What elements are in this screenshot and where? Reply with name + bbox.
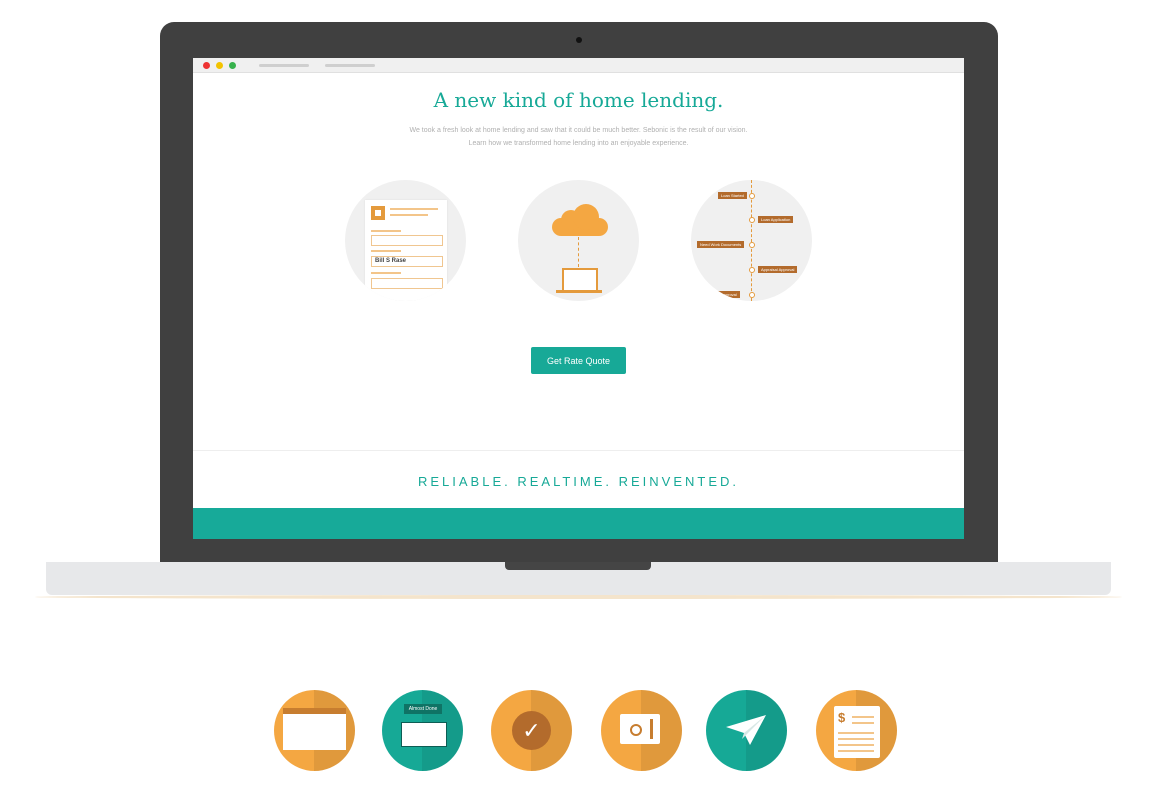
form-field — [371, 278, 443, 289]
cloud-icon — [552, 204, 608, 236]
form-line — [371, 230, 401, 232]
laptop-screen: A new kind of home lending. We took a fr… — [193, 58, 964, 539]
timeline-dot — [749, 292, 755, 298]
browser-tab-placeholder[interactable] — [259, 64, 309, 67]
dollar-icon: $ — [838, 710, 846, 725]
browser-icon — [274, 690, 355, 771]
timeline-dot — [749, 193, 755, 199]
document-icon: $ — [834, 706, 880, 758]
timeline-label: Approval — [718, 291, 740, 298]
invoice-icon: $ — [816, 690, 897, 771]
laptop-notch — [505, 562, 651, 570]
almost-done-label: Almost Done — [404, 704, 442, 714]
timeline-dot — [749, 217, 755, 223]
laptop-icon — [562, 268, 598, 292]
browser-window-icon — [283, 708, 346, 750]
status-laptop-icon: Almost Done — [382, 690, 463, 771]
timeline-label: Loan Application — [758, 216, 794, 223]
get-rate-quote-button[interactable]: Get Rate Quote — [531, 347, 626, 374]
timeline-illustration: Loan Started Loan Application Need Work … — [691, 180, 812, 301]
form-field-value: Bill S Rase — [375, 258, 407, 264]
hero-subtext: We took a fresh look at home lending and… — [343, 124, 814, 150]
timeline-label: Appraisal Approval — [758, 266, 798, 273]
maximize-window-dot[interactable] — [229, 62, 236, 69]
form-line — [390, 214, 428, 216]
check-icon: ✓ — [491, 690, 572, 771]
connection-line — [578, 237, 579, 267]
checkmark-icon: ✓ — [512, 711, 551, 750]
timeline-label: Loan Started — [718, 192, 747, 199]
form-line — [371, 250, 401, 252]
timeline-dot — [749, 267, 755, 273]
form-card: Bill S Rase — [365, 200, 447, 301]
tagline: RELIABLE. REALTIME. REINVENTED. — [417, 474, 740, 489]
laptop-icon — [401, 722, 447, 747]
logo-icon — [371, 206, 385, 220]
send-icon — [726, 715, 766, 745]
laptop-shadow — [35, 595, 1122, 599]
form-illustration: Bill S Rase — [345, 180, 466, 301]
form-line — [371, 272, 401, 274]
camera-icon — [576, 37, 582, 43]
paper-plane-icon — [706, 690, 787, 771]
cloud-illustration — [518, 180, 639, 301]
footer-band — [193, 508, 964, 539]
form-line — [390, 208, 438, 210]
timeline-label: Need Work Documents — [697, 241, 745, 248]
vault-icon — [620, 714, 660, 744]
browser-tab-placeholder[interactable] — [325, 64, 375, 67]
safe-icon — [601, 690, 682, 771]
hero-subtext-line: Learn how we transformed home lending in… — [468, 140, 689, 147]
laptop-base — [46, 562, 1111, 595]
form-field-filled: Bill S Rase — [371, 256, 443, 267]
form-field — [371, 235, 443, 246]
laptop-frame: A new kind of home lending. We took a fr… — [160, 22, 998, 566]
laptop-base-icon — [556, 290, 602, 293]
timeline-dot — [749, 242, 755, 248]
divider — [193, 450, 964, 451]
hero-headline: A new kind of home lending. — [433, 88, 724, 112]
hero-subtext-line: We took a fresh look at home lending and… — [409, 127, 748, 134]
close-window-dot[interactable] — [203, 62, 210, 69]
minimize-window-dot[interactable] — [216, 62, 223, 69]
browser-toolbar — [193, 58, 964, 73]
